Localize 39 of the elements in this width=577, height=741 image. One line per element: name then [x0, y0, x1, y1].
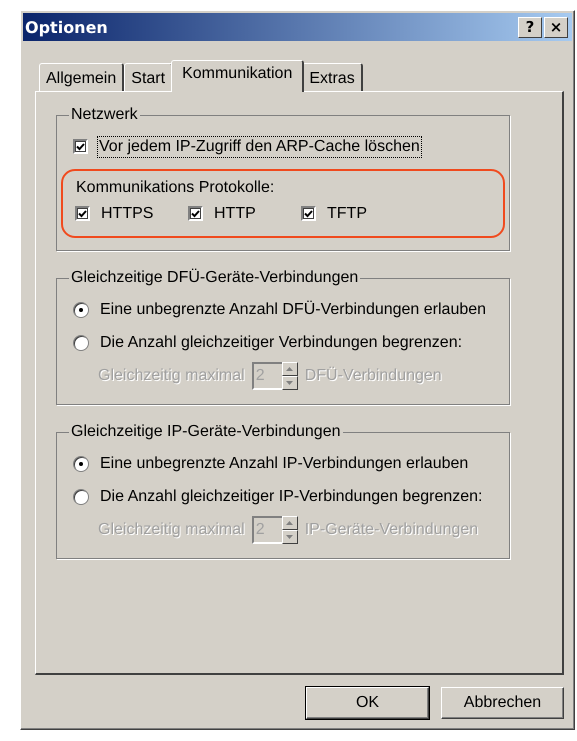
- checkmark-icon: [78, 210, 87, 218]
- checkbox-label[interactable]: Vor jedem IP-Zugriff den ARP-Cache löschen: [98, 136, 421, 156]
- radio-button[interactable]: [73, 302, 89, 318]
- tab[interactable]: Extras: [302, 63, 363, 91]
- checkbox-label[interactable]: HTTP: [213, 204, 257, 224]
- checkbox-label[interactable]: TFTP: [326, 204, 368, 224]
- ok-button[interactable]: OK: [306, 687, 429, 719]
- spin-up-button[interactable]: [282, 516, 298, 530]
- radio-label[interactable]: Die Anzahl gleichzeitiger IP-Verbindungen begrenzen:: [99, 486, 484, 506]
- checkbox[interactable]: [301, 206, 316, 221]
- radio-button[interactable]: [73, 334, 89, 350]
- radio-button[interactable]: [73, 456, 89, 472]
- checkmark-icon: [76, 142, 85, 150]
- group-title: Netzwerk: [70, 106, 139, 124]
- tab[interactable]: Start: [124, 63, 174, 91]
- checkbox[interactable]: [75, 206, 90, 221]
- spin-up-button[interactable]: [282, 362, 298, 376]
- close-button[interactable]: ×: [544, 16, 568, 38]
- up-arrow-icon: [286, 366, 294, 370]
- tab[interactable]: Allgemein: [39, 63, 124, 91]
- checkbox[interactable]: [73, 139, 88, 154]
- help-button[interactable]: ?: [518, 16, 542, 38]
- checkmark-icon: [191, 210, 200, 218]
- cancel-button[interactable]: Abbrechen: [441, 687, 564, 719]
- down-arrow-icon: [286, 380, 294, 384]
- section-label: Kommunikations Protokolle:: [75, 178, 276, 197]
- radio-label[interactable]: Die Anzahl gleichzeitiger Verbindungen begrenzen:: [99, 332, 464, 352]
- tab[interactable]: Kommunikation: [171, 60, 304, 92]
- window-title: Optionen: [25, 18, 108, 36]
- group-title: Gleichzeitige DFÜ-Geräte-Verbindungen: [70, 269, 360, 287]
- radio-label[interactable]: Eine unbegrenzte Anzahl IP-Verbindungen erlauben: [99, 454, 470, 474]
- down-arrow-icon: [286, 534, 294, 538]
- radio-button[interactable]: [73, 488, 89, 504]
- checkmark-icon: [304, 210, 313, 218]
- checkbox[interactable]: [188, 206, 203, 221]
- up-arrow-icon: [286, 520, 294, 524]
- group-title: Gleichzeitige IP-Geräte-Verbindungen: [70, 423, 342, 441]
- checkbox-label[interactable]: HTTPS: [100, 204, 154, 224]
- radio-label[interactable]: Eine unbegrenzte Anzahl DFÜ-Verbindungen erlauben: [99, 300, 488, 320]
